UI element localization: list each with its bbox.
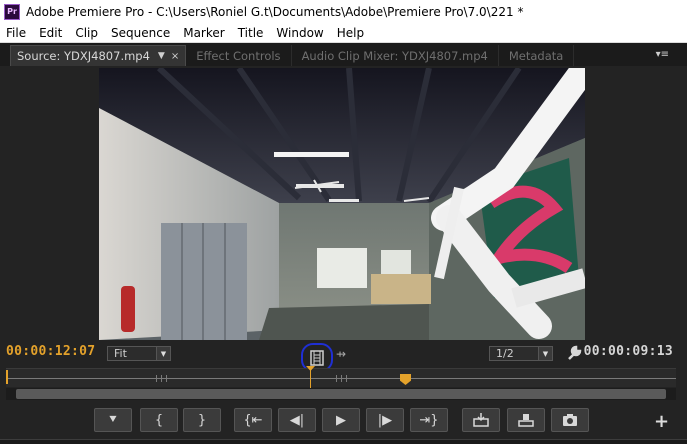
menu-sequence[interactable]: Sequence bbox=[105, 26, 177, 40]
playback-resolution-select[interactable]: 1/2 ▼ bbox=[489, 346, 553, 361]
overwrite-button[interactable] bbox=[507, 408, 545, 432]
time-ruler[interactable] bbox=[6, 368, 676, 387]
tab-source-label: Source: YDXJ4807.mp4 bbox=[17, 49, 150, 63]
insert-button[interactable] bbox=[462, 408, 500, 432]
video-preview bbox=[99, 68, 585, 340]
drag-audio-only-icon[interactable]: ⇸ bbox=[336, 347, 346, 361]
add-marker-icon: ⯆ bbox=[107, 412, 119, 428]
chevron-down-icon: ▼ bbox=[156, 347, 170, 360]
overwrite-icon bbox=[518, 414, 534, 427]
menu-marker[interactable]: Marker bbox=[177, 26, 231, 40]
export-frame-button[interactable] bbox=[551, 408, 589, 432]
in-point-marker bbox=[6, 370, 8, 384]
step-back-button[interactable]: ◀| bbox=[278, 408, 316, 432]
tab-source[interactable]: Source: YDXJ4807.mp4 ▼ × bbox=[10, 45, 187, 66]
mark-in-button[interactable]: { bbox=[140, 408, 178, 432]
ruler-tick bbox=[166, 375, 167, 382]
zoom-level-select[interactable]: Fit ▼ bbox=[107, 346, 171, 361]
panel-tab-bar: Source: YDXJ4807.mp4 ▼ × Effect Controls… bbox=[0, 43, 687, 66]
tab-dropdown-icon[interactable]: ▼ bbox=[158, 51, 165, 61]
add-marker-button[interactable]: ⯆ bbox=[94, 408, 132, 432]
ruler-tick bbox=[156, 375, 157, 382]
menu-help[interactable]: Help bbox=[331, 26, 371, 40]
step-back-icon: ◀| bbox=[289, 412, 305, 428]
go-to-in-icon: {⇤ bbox=[243, 412, 263, 428]
zoom-scrollbar-thumb[interactable] bbox=[16, 389, 666, 399]
tab-effect-controls[interactable]: Effect Controls bbox=[186, 45, 292, 66]
current-timecode[interactable]: 00:00:12:07 bbox=[6, 344, 95, 359]
zoom-scrollbar[interactable] bbox=[6, 388, 676, 400]
mark-out-button[interactable]: } bbox=[183, 408, 221, 432]
wrench-icon[interactable] bbox=[566, 345, 582, 361]
title-bar: Pr Adobe Premiere Pro - C:\Users\Roniel … bbox=[0, 0, 687, 23]
bottom-panel-edge bbox=[0, 439, 687, 444]
tab-effect-controls-label: Effect Controls bbox=[196, 48, 281, 63]
duration-timecode: 00:00:09:13 bbox=[583, 344, 673, 359]
play-button[interactable]: ▶ bbox=[322, 408, 360, 432]
video-frame-image bbox=[99, 68, 585, 340]
playback-resolution-value: 1/2 bbox=[496, 347, 514, 360]
button-editor-plus-icon[interactable]: + bbox=[654, 411, 669, 432]
chevron-down-icon: ▼ bbox=[538, 347, 552, 360]
window-title: Adobe Premiere Pro - C:\Users\Roniel G.t… bbox=[26, 4, 524, 19]
zoom-level-value: Fit bbox=[114, 347, 127, 360]
mark-in-icon: { bbox=[154, 412, 164, 428]
ruler-tick bbox=[161, 375, 162, 382]
film-strip-icon bbox=[310, 349, 324, 366]
tab-audio-clip-mixer-label: Audio Clip Mixer: YDXJ4807.mp4 bbox=[301, 48, 488, 63]
menu-file[interactable]: File bbox=[0, 26, 33, 40]
mark-out-icon: } bbox=[197, 412, 207, 428]
playhead[interactable] bbox=[310, 368, 311, 388]
menu-edit[interactable]: Edit bbox=[33, 26, 69, 40]
menu-bar: File Edit Clip Sequence Marker Title Win… bbox=[0, 23, 687, 43]
menu-window[interactable]: Window bbox=[270, 26, 330, 40]
step-forward-button[interactable]: |▶ bbox=[366, 408, 404, 432]
menu-clip[interactable]: Clip bbox=[69, 26, 105, 40]
menu-title[interactable]: Title bbox=[232, 26, 271, 40]
go-to-in-button[interactable]: {⇤ bbox=[234, 408, 272, 432]
ruler-tick bbox=[341, 375, 342, 382]
go-to-out-button[interactable]: ⇥} bbox=[410, 408, 448, 432]
tab-metadata-label: Metadata bbox=[508, 48, 564, 63]
go-to-out-icon: ⇥} bbox=[419, 412, 439, 428]
ruler-tick bbox=[336, 375, 337, 382]
play-icon: ▶ bbox=[336, 412, 346, 428]
tab-metadata[interactable]: Metadata bbox=[499, 45, 575, 66]
camera-icon bbox=[563, 414, 577, 426]
tab-audio-clip-mixer[interactable]: Audio Clip Mixer: YDXJ4807.mp4 bbox=[292, 45, 499, 66]
insert-icon bbox=[473, 413, 489, 427]
close-icon[interactable]: × bbox=[171, 51, 179, 62]
step-forward-icon: |▶ bbox=[377, 412, 393, 428]
ruler-tick bbox=[346, 375, 347, 382]
premiere-app-icon: Pr bbox=[4, 3, 20, 20]
panel-menu-icon[interactable]: ▾≡ bbox=[656, 49, 669, 60]
